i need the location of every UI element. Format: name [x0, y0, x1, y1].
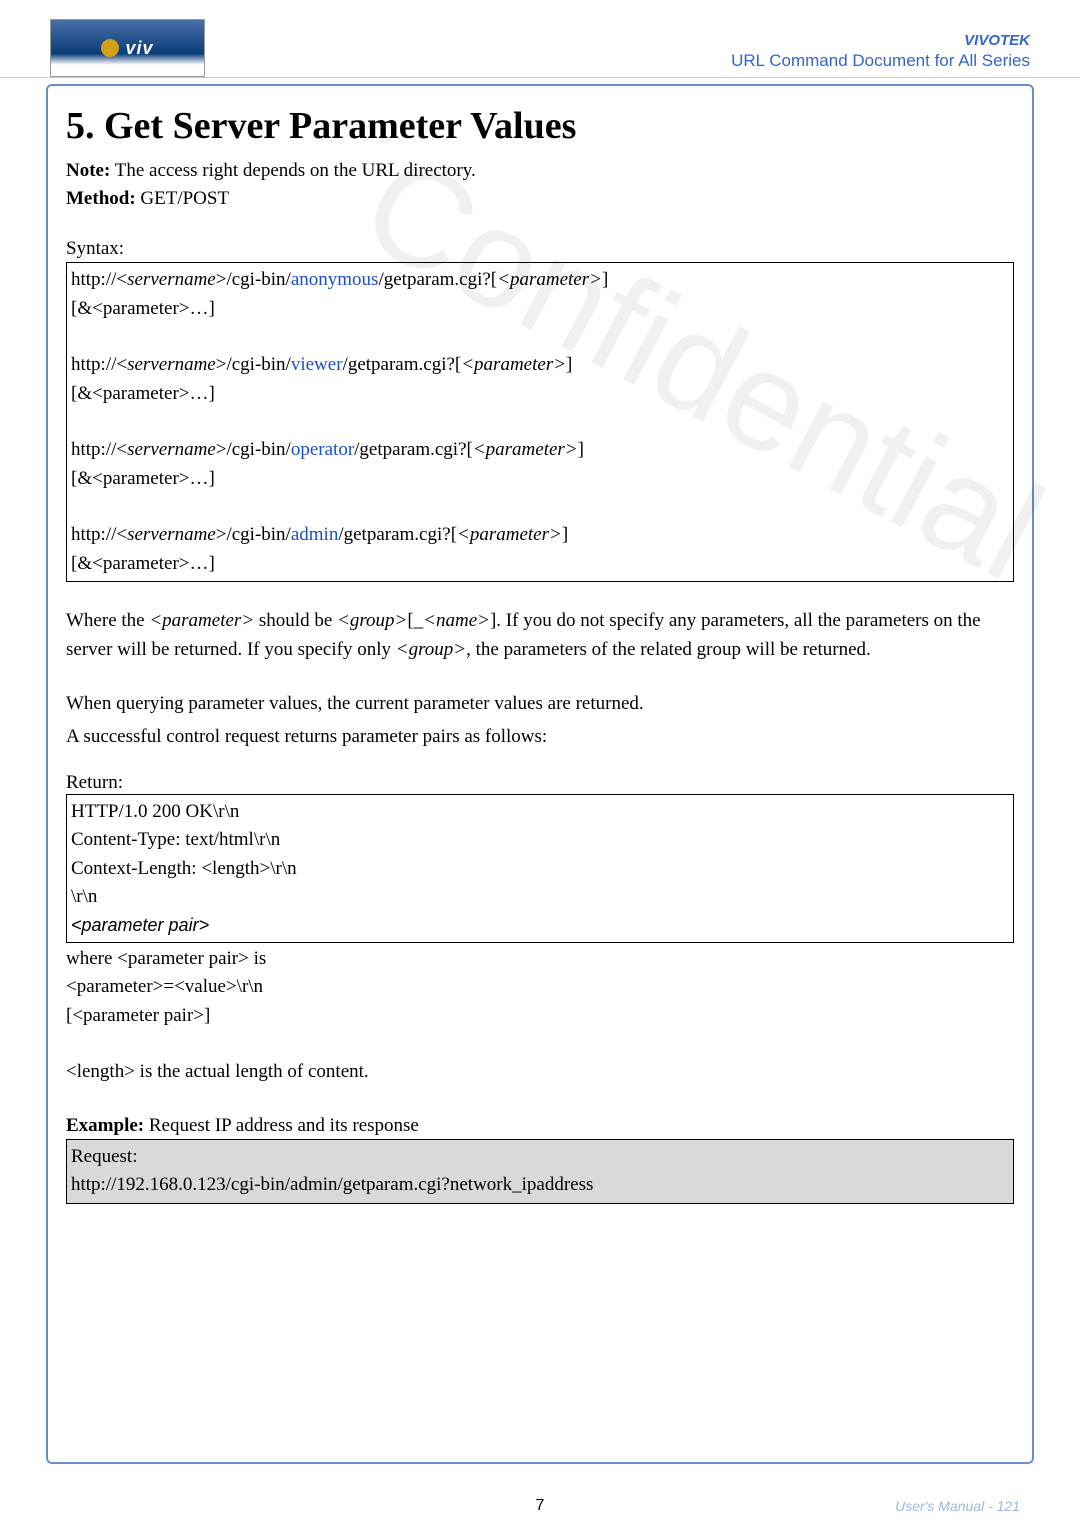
return-l3: Context-Length: <length>\r\n [71, 855, 1009, 884]
after-l1: where <parameter pair> is [66, 945, 1014, 974]
body-p3: A successful control request returns par… [66, 722, 1014, 751]
syntax-line-1: http://<servername>/cgi-bin/anonymous/ge… [71, 266, 1009, 295]
after-l3: [<parameter pair>] [66, 1002, 1014, 1031]
syntax-line-8: [&<parameter>…] [71, 550, 1009, 579]
syntax-line-3: http://<servername>/cgi-bin/viewer/getpa… [71, 351, 1009, 380]
return-l1: HTTP/1.0 200 OK\r\n [71, 798, 1009, 827]
after-return-text: where <parameter pair> is <parameter>=<v… [66, 945, 1014, 1087]
example-l2: http://192.168.0.123/cgi-bin/admin/getpa… [71, 1171, 1009, 1200]
return-l4: \r\n [71, 883, 1009, 912]
body-p2: When querying parameter values, the curr… [66, 689, 1014, 718]
return-l5: <parameter pair> [71, 912, 1009, 939]
syntax-label: Syntax: [66, 238, 1014, 260]
method-line: Method: GET/POST [66, 188, 1014, 210]
page-header: viv VIVOTEK URL Command Document for All… [0, 0, 1080, 78]
note-text: The access right depends on the URL dire… [110, 160, 475, 181]
header-subtitle: URL Command Document for All Series [731, 51, 1030, 70]
example-box: Request: http://192.168.0.123/cgi-bin/ad… [66, 1139, 1014, 1204]
syntax-line-7: http://<servername>/cgi-bin/admin/getpar… [71, 521, 1009, 550]
syntax-line-2: [&<parameter>…] [71, 295, 1009, 324]
syntax-box: http://<servername>/cgi-bin/anonymous/ge… [66, 262, 1014, 582]
example-l1: Request: [71, 1143, 1009, 1172]
example-label: Example: [66, 1115, 144, 1136]
logo-text: viv [125, 38, 153, 59]
note-line: Note: The access right depends on the UR… [66, 160, 1014, 182]
content-frame: Confidential 5. Get Server Parameter Val… [46, 84, 1034, 1464]
section-title: 5. Get Server Parameter Values [66, 104, 1014, 148]
return-label: Return: [66, 772, 1014, 794]
syntax-line-4: [&<parameter>…] [71, 380, 1009, 409]
example-line: Example: Request IP address and its resp… [66, 1115, 1014, 1137]
note-label: Note: [66, 160, 110, 181]
after-l2: <parameter>=<value>\r\n [66, 973, 1014, 1002]
logo: viv [50, 19, 205, 77]
logo-eye-icon [101, 39, 119, 57]
manual-ref: User's Manual - 121 [895, 1498, 1020, 1514]
page-footer: 7 User's Manual - 121 [0, 1497, 1080, 1515]
page-number: 7 [536, 1497, 545, 1515]
method-value: GET/POST [136, 188, 229, 209]
body-p1: Where the <parameter> should be <group>[… [66, 606, 1014, 665]
syntax-line-5: http://<servername>/cgi-bin/operator/get… [71, 436, 1009, 465]
method-label: Method: [66, 188, 136, 209]
header-brand: VIVOTEK [731, 32, 1030, 49]
return-l2: Content-Type: text/html\r\n [71, 826, 1009, 855]
syntax-line-6: [&<parameter>…] [71, 465, 1009, 494]
header-text: VIVOTEK URL Command Document for All Ser… [731, 32, 1030, 77]
after-l4: <length> is the actual length of content… [66, 1058, 1014, 1087]
return-box: HTTP/1.0 200 OK\r\n Content-Type: text/h… [66, 794, 1014, 943]
example-text: Request IP address and its response [144, 1115, 419, 1136]
body-paragraphs: Where the <parameter> should be <group>[… [66, 606, 1014, 752]
